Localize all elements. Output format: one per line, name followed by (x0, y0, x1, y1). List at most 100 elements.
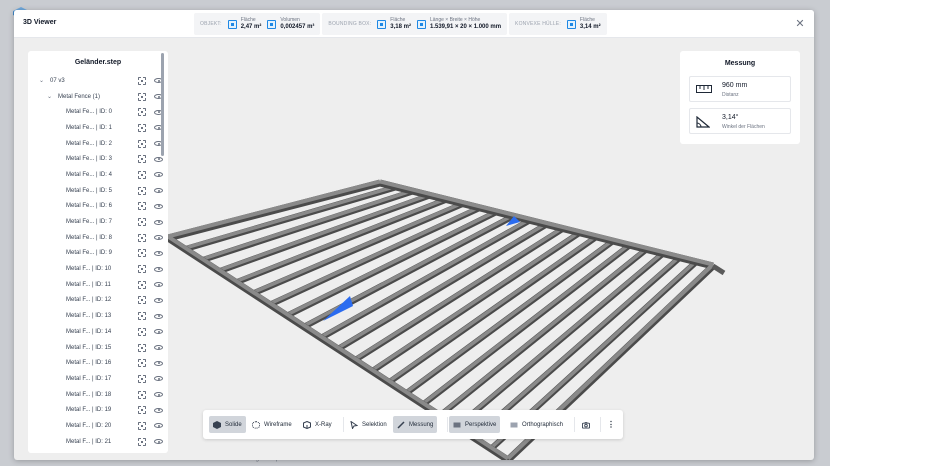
tree-item-row[interactable]: Metal Fe... | ID: 9 (28, 246, 168, 262)
tree-item-row[interactable]: Metal Fe... | ID: 2 (28, 136, 168, 152)
ruler-icon (397, 420, 405, 429)
orthographic-icon (510, 422, 518, 427)
distance-value: 960 mm (722, 82, 748, 89)
stat-value: 2,47 m² (240, 24, 262, 30)
modal-title: 3D Viewer (23, 19, 57, 26)
stat-value: 3,18 m² (390, 24, 411, 30)
tree-item-label: Metal F... | ID: 20 (66, 422, 112, 429)
tree-group-row[interactable]: ⌄ Metal Fence (1) (28, 89, 168, 105)
focus-icon[interactable] (138, 280, 146, 289)
focus-icon[interactable] (138, 155, 146, 164)
xray-cube-icon (303, 420, 311, 429)
tree-item-row[interactable]: Metal F... | ID: 19 (28, 402, 168, 418)
focus-icon[interactable] (138, 218, 146, 227)
focus-icon[interactable] (138, 233, 146, 242)
wireframe-mode-button[interactable]: Wireframe (248, 416, 296, 433)
focus-icon[interactable] (138, 170, 146, 179)
measure-tool-button[interactable]: Messung (393, 416, 438, 433)
focus-icon[interactable] (138, 265, 146, 274)
tree-item-label: Metal Fe... | ID: 9 (66, 250, 112, 257)
focus-icon[interactable] (138, 390, 146, 399)
solid-mode-button[interactable]: Solide (209, 416, 246, 433)
focus-icon[interactable] (138, 76, 146, 85)
tree-item-label: 07 v3 (50, 77, 65, 84)
tree-item-row[interactable]: Metal F... | ID: 14 (28, 324, 168, 340)
focus-icon[interactable] (138, 421, 146, 430)
tree-item-row[interactable]: Metal Fe... | ID: 1 (28, 120, 168, 136)
perspective-button[interactable]: Perspektive (449, 416, 501, 433)
angle-label: Winkel der Flächen (722, 124, 765, 130)
tree-item-label: Metal F... | ID: 15 (66, 344, 112, 351)
viewer-modal: 3D Viewer OBJEKT: Fläche 2,47 m² Volumen 0… (14, 10, 814, 460)
tree-item-label: Metal F... | ID: 12 (66, 297, 112, 304)
tree-item-row[interactable]: Metal Fe... | ID: 4 (28, 167, 168, 183)
focus-icon[interactable] (138, 374, 146, 383)
chevron-down-icon[interactable]: ⌄ (47, 93, 52, 100)
scrollbar-thumb[interactable] (161, 53, 164, 156)
stat-group-label: KONVEXE HÜLLE: (515, 21, 561, 27)
stat-bbox-dimensions: Länge × Breite × Höhe 1.539,91 × 20 × 1.0… (416, 17, 501, 31)
tree-item-row[interactable]: Metal F... | ID: 11 (28, 277, 168, 293)
volume-icon (267, 19, 277, 29)
stat-label: Fläche (579, 17, 595, 23)
chevron-down-icon[interactable]: ⌄ (39, 77, 44, 84)
tree-item-row[interactable]: Metal F... | ID: 13 (28, 308, 168, 324)
more-options-icon[interactable]: ⋮ (603, 416, 619, 433)
focus-icon[interactable] (138, 327, 146, 336)
stat-group-label: OBJEKT: (200, 21, 222, 27)
tree-item-row[interactable]: Metal F... | ID: 21 (28, 434, 168, 450)
measure-marker-icon (323, 296, 353, 321)
focus-icon[interactable] (138, 139, 146, 148)
close-icon[interactable]: ✕ (794, 18, 806, 30)
object-tree-panel: Geländer.step ⌄ 07 v3 ⌄ Metal Fence (1) … (28, 51, 168, 453)
focus-icon[interactable] (138, 108, 146, 117)
focus-icon[interactable] (138, 186, 146, 195)
focus-icon[interactable] (138, 123, 146, 132)
tree-items: Metal Fe... | ID: 0 Metal Fe... | ID: 1 Me… (28, 104, 168, 449)
tree-item-row[interactable]: Metal F... | ID: 15 (28, 340, 168, 356)
ruler-icon (696, 85, 712, 93)
toolbar-divider (447, 417, 448, 432)
focus-icon[interactable] (138, 249, 146, 258)
orthographic-button[interactable]: Orthographisch (506, 416, 567, 433)
tree-item-row[interactable]: Metal Fe... | ID: 6 (28, 199, 168, 215)
xray-mode-button[interactable]: X-Ray (299, 416, 336, 433)
tree-item-label: Metal Fe... | ID: 1 (66, 124, 112, 131)
angle-value: 3,14° (722, 114, 739, 121)
tree-item-row[interactable]: Metal F... | ID: 16 (28, 355, 168, 371)
tree-item-row[interactable]: Metal Fe... | ID: 0 (28, 104, 168, 120)
focus-icon[interactable] (138, 296, 146, 305)
tree-title: Geländer.step (74, 59, 122, 66)
button-label: Selektion (362, 421, 387, 428)
focus-icon[interactable] (138, 312, 146, 321)
stat-group-convex-hull: KONVEXE HÜLLE: Fläche 3,14 m² (509, 13, 607, 35)
fence-bar (711, 263, 726, 276)
stats-bar: OBJEKT: Fläche 2,47 m² Volumen 0,002457 m³… (194, 13, 607, 35)
tree-item-row[interactable]: Metal Fe... | ID: 7 (28, 214, 168, 230)
fence-bar (168, 179, 381, 239)
distance-label: Distanz (722, 92, 739, 98)
tree-item-row[interactable]: Metal F... | ID: 10 (28, 261, 168, 277)
focus-icon[interactable] (138, 202, 146, 211)
measurement-panel: Messung 960 mm Distanz 3,14° Winkel der … (680, 51, 800, 144)
tree-item-label: Metal F... | ID: 21 (66, 438, 112, 445)
focus-icon[interactable] (138, 359, 146, 368)
tree-item-row[interactable]: Metal F... | ID: 20 (28, 418, 168, 434)
tree-item-row[interactable]: Metal F... | ID: 18 (28, 387, 168, 403)
focus-icon[interactable] (138, 406, 146, 415)
tree-item-row[interactable]: Metal F... | ID: 12 (28, 293, 168, 309)
tree-root-row[interactable]: ⌄ 07 v3 (28, 73, 168, 89)
tree-item-row[interactable]: Metal Fe... | ID: 5 (28, 183, 168, 199)
button-label: Solide (225, 421, 242, 428)
tree-item-row[interactable]: Metal F... | ID: 17 (28, 371, 168, 387)
distance-card: 960 mm Distanz (689, 76, 791, 102)
tree-item-row[interactable]: Metal Fe... | ID: 3 (28, 151, 168, 167)
screenshot-button[interactable] (578, 416, 594, 433)
selection-tool-button[interactable]: Selektion (346, 416, 391, 433)
tree-item-row[interactable]: Metal Fe... | ID: 8 (28, 230, 168, 246)
stat-group-label: BOUNDING BOX: (328, 21, 372, 27)
tree-scrollbar[interactable] (161, 53, 165, 451)
focus-icon[interactable] (138, 343, 146, 352)
focus-icon[interactable] (138, 437, 146, 446)
focus-icon[interactable] (138, 92, 146, 101)
